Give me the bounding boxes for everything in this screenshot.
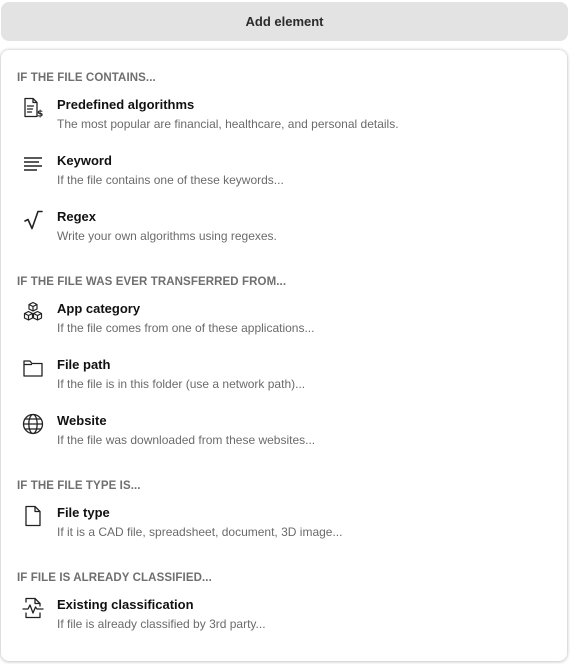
item-description: If the file was downloaded from these we… (57, 433, 316, 447)
menu-item-keyword[interactable]: Keyword If the file contains one of thes… (13, 152, 553, 196)
section-title-already-classified: IF FILE IS ALREADY CLASSIFIED... (17, 572, 212, 584)
svg-text:$: $ (37, 110, 43, 120)
item-title: File type (57, 505, 110, 520)
item-description: If the file contains one of these keywor… (57, 173, 284, 187)
item-title: App category (57, 301, 141, 316)
item-description: If file is already classified by 3rd par… (57, 617, 266, 631)
menu-item-regex[interactable]: Regex Write your own algorithms using re… (13, 208, 553, 252)
item-description: If it is a CAD file, spreadsheet, docume… (57, 525, 343, 539)
menu-item-app-category[interactable]: App category If the file comes from one … (13, 300, 553, 344)
cubes-icon (21, 300, 45, 324)
section-title-transferred-from: IF THE FILE WAS EVER TRANSFERRED FROM... (17, 276, 287, 288)
text-lines-icon (21, 152, 45, 176)
section-title-file-type: IF THE FILE TYPE IS... (17, 480, 141, 492)
menu-item-existing-classification[interactable]: Existing classification If file is alrea… (13, 596, 553, 640)
item-description: If the file is in this folder (use a net… (57, 377, 306, 391)
element-menu: IF THE FILE CONTAINS... $ Predefined alg… (1, 50, 567, 661)
document-money-icon: $ (21, 96, 45, 120)
add-element-button[interactable]: Add element (1, 2, 568, 41)
globe-icon (21, 412, 45, 436)
menu-item-file-type[interactable]: File type If it is a CAD file, spreadshe… (13, 504, 553, 548)
item-description: Write your own algorithms using regexes. (57, 229, 277, 243)
section-title-file-contains: IF THE FILE CONTAINS... (17, 72, 156, 84)
item-title: Website (57, 413, 107, 428)
menu-item-predefined-algorithms[interactable]: $ Predefined algorithms The most popular… (13, 96, 553, 140)
file-icon (21, 504, 45, 528)
item-description: The most popular are financial, healthca… (57, 117, 399, 131)
item-title: Keyword (57, 153, 112, 168)
item-title: Existing classification (57, 597, 194, 612)
square-root-icon (21, 208, 45, 232)
menu-item-website[interactable]: Website If the file was downloaded from … (13, 412, 553, 456)
folder-icon (21, 356, 45, 380)
item-title: Predefined algorithms (57, 97, 195, 112)
item-title: File path (57, 357, 111, 372)
document-pulse-icon (21, 596, 45, 620)
menu-item-file-path[interactable]: File path If the file is in this folder … (13, 356, 553, 400)
item-description: If the file comes from one of these appl… (57, 321, 315, 335)
item-title: Regex (57, 209, 97, 224)
